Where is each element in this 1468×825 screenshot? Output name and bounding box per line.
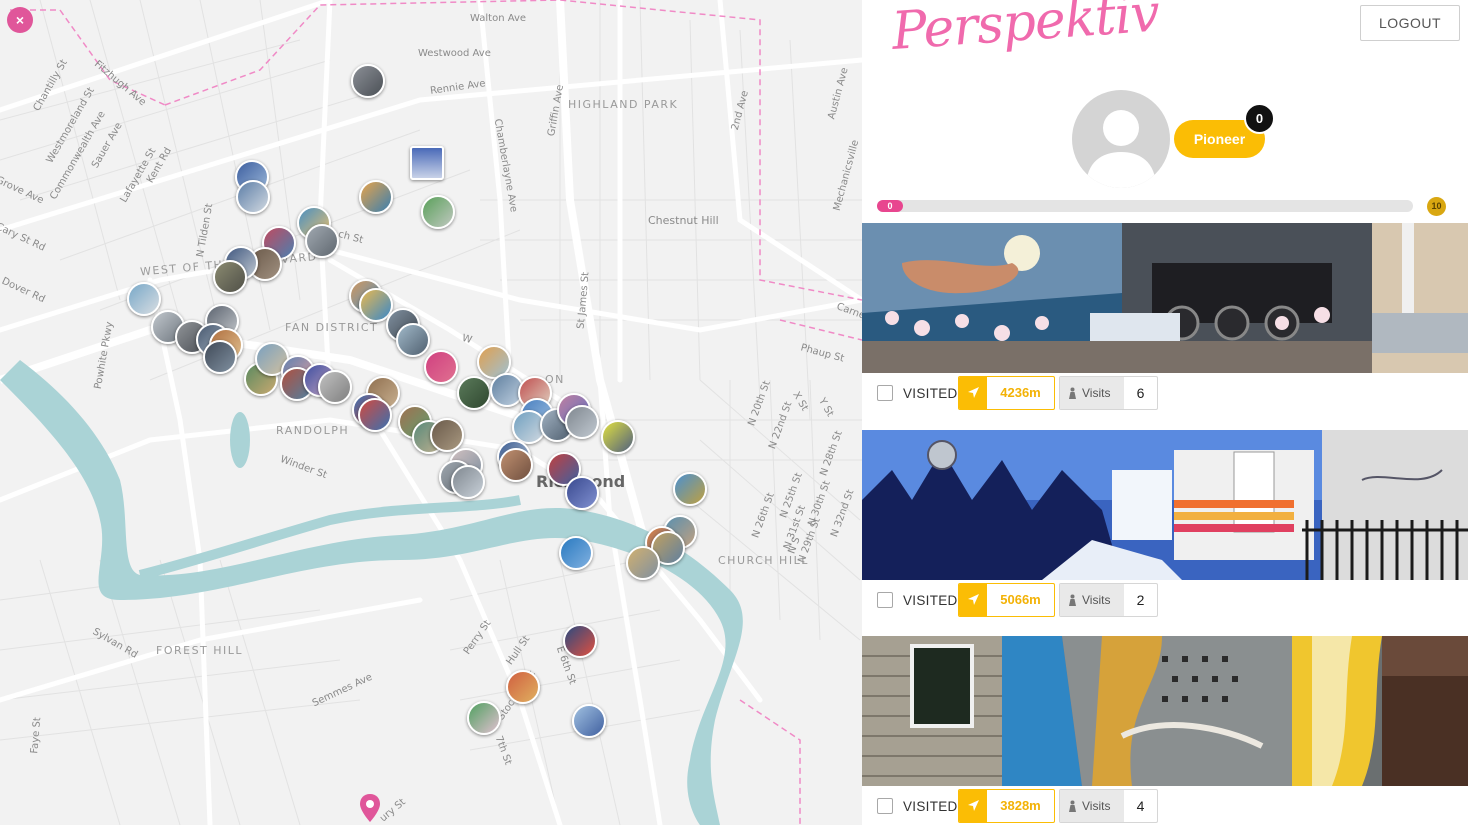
map-marker[interactable] [499, 448, 533, 482]
close-button[interactable]: × [7, 7, 33, 33]
map-marker[interactable] [305, 224, 339, 258]
map-marker[interactable] [203, 340, 237, 374]
visits-count: 6 [1136, 385, 1145, 401]
location-pin-icon [360, 794, 380, 822]
visited-label: VISITED [903, 386, 958, 401]
visits-label: Visits [1060, 584, 1124, 616]
person-icon [1069, 800, 1076, 812]
visits-counter[interactable]: Visits 2 [1059, 583, 1158, 617]
person-icon [1069, 387, 1076, 399]
progress-max-badge: 10 [1427, 197, 1446, 216]
map-marker[interactable] [506, 670, 540, 704]
navigation-arrow-icon [959, 584, 987, 616]
visited-checkbox[interactable] [877, 592, 893, 608]
visits-count: 4 [1136, 798, 1145, 814]
card-meta-row: VISITED 4236m Visits 6 [862, 376, 1468, 410]
visits-counter[interactable]: Visits 4 [1059, 789, 1158, 823]
card-meta-row: VISITED 3828m Visits 4 [862, 789, 1468, 823]
distance-button[interactable]: 3828m [958, 789, 1055, 823]
distance-button[interactable]: 5066m [958, 583, 1055, 617]
visits-label: Visits [1060, 790, 1124, 822]
map-base [0, 0, 862, 825]
distance-value: 3828m [1000, 798, 1041, 813]
map-marker[interactable] [236, 180, 270, 214]
visited-checkbox[interactable] [877, 385, 893, 401]
map-marker[interactable] [421, 195, 455, 229]
map-marker[interactable] [424, 350, 458, 384]
map-marker[interactable] [396, 323, 430, 357]
visits-count: 2 [1136, 592, 1145, 608]
mural-image[interactable] [862, 636, 1468, 786]
visits-label-text: Visits [1082, 799, 1111, 813]
mural-image[interactable] [862, 430, 1468, 580]
map-marker[interactable] [565, 405, 599, 439]
progress-track [877, 200, 1413, 212]
person-icon [1069, 594, 1076, 606]
map-marker[interactable] [559, 536, 593, 570]
map-marker[interactable] [451, 465, 485, 499]
visits-counter[interactable]: Visits 6 [1059, 376, 1158, 410]
mural-card: VISITED 3828m Visits 4 [862, 636, 1468, 825]
visits-label-text: Visits [1082, 593, 1111, 607]
map-marker[interactable] [626, 546, 660, 580]
mural-card: VISITED 4236m Visits 6 [862, 223, 1468, 423]
card-meta-row: VISITED 5066m Visits 2 [862, 583, 1468, 617]
avatar[interactable] [1072, 90, 1170, 188]
progress-fill: 0 [877, 200, 903, 212]
map-marker[interactable] [601, 420, 635, 454]
side-panel: Perspektiv LOGOUT Pioneer 0 0 10 VISITED… [862, 0, 1468, 825]
map-marker[interactable] [430, 418, 464, 452]
map-view[interactable]: Walton Ave Westwood Ave Rennie Ave Chant… [0, 0, 862, 825]
visited-label: VISITED [903, 593, 958, 608]
map-marker[interactable] [127, 282, 161, 316]
map-marker[interactable] [673, 472, 707, 506]
map-marker[interactable] [358, 398, 392, 432]
visited-label: VISITED [903, 799, 958, 814]
map-marker[interactable] [351, 64, 385, 98]
visits-label-text: Visits [1082, 386, 1111, 400]
distance-value: 5066m [1000, 592, 1041, 607]
map-marker[interactable] [457, 376, 491, 410]
mural-image[interactable] [862, 223, 1468, 373]
map-marker[interactable] [467, 701, 501, 735]
navigation-arrow-icon [959, 377, 987, 409]
visited-checkbox[interactable] [877, 798, 893, 814]
map-marker[interactable] [318, 370, 352, 404]
map-marker[interactable] [563, 624, 597, 658]
visits-label: Visits [1060, 377, 1124, 409]
user-silhouette-icon [1086, 110, 1156, 188]
brand-logo: Perspektiv [889, 0, 1161, 62]
navigation-arrow-icon [959, 790, 987, 822]
mural-card: VISITED 5066m Visits 2 [862, 430, 1468, 630]
rank-count-badge: 0 [1244, 103, 1275, 134]
map-marker[interactable] [213, 260, 247, 294]
map-marker[interactable] [359, 180, 393, 214]
distance-value: 4236m [1000, 385, 1041, 400]
logout-button[interactable]: LOGOUT [1360, 5, 1460, 41]
map-marker[interactable] [565, 476, 599, 510]
distance-button[interactable]: 4236m [958, 376, 1055, 410]
map-marker[interactable] [410, 146, 444, 180]
map-marker[interactable] [572, 704, 606, 738]
